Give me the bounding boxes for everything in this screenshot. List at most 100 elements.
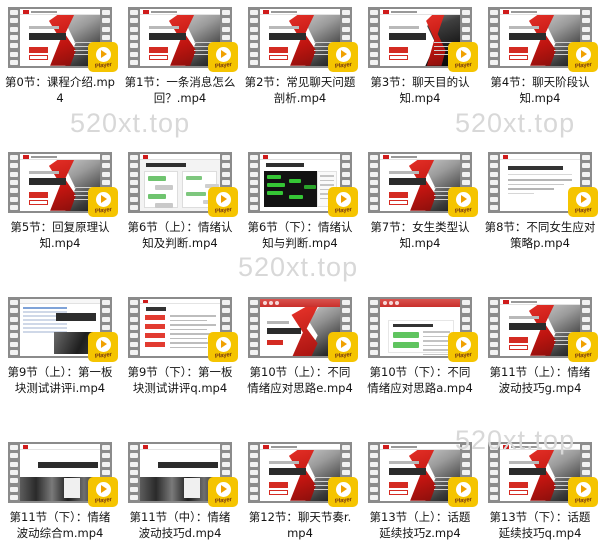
player-badge[interactable]: Player bbox=[328, 187, 358, 217]
decor-dark-canvas bbox=[264, 171, 320, 207]
film-strip-thumbnail[interactable]: Player bbox=[8, 7, 118, 72]
decor-title bbox=[269, 33, 309, 40]
sprocket-hole bbox=[490, 179, 498, 185]
film-strip-thumbnail[interactable]: Player bbox=[488, 152, 598, 217]
video-file-item[interactable]: Player 第2节：常见聊天问题剖析.mp4 bbox=[240, 0, 360, 145]
video-file-item[interactable]: Player 第9节（上）：第一板块测试讲评i.mp4 bbox=[0, 290, 120, 435]
decor-button-primary bbox=[509, 482, 528, 488]
film-strip-thumbnail[interactable]: Player bbox=[8, 442, 118, 507]
film-strip-thumbnail[interactable]: Player bbox=[128, 297, 238, 362]
player-badge[interactable]: Player bbox=[448, 477, 478, 507]
film-strip-thumbnail[interactable]: Player bbox=[368, 442, 478, 507]
film-strip-thumbnail[interactable]: Player bbox=[368, 297, 478, 362]
player-badge[interactable]: Player bbox=[448, 332, 478, 362]
film-strip-thumbnail[interactable]: Player bbox=[368, 7, 478, 72]
video-file-item[interactable]: Player 第12节：聊天节奏r.mp4 bbox=[240, 435, 360, 547]
sprocket-hole bbox=[250, 34, 258, 40]
player-badge[interactable]: Player bbox=[208, 332, 238, 362]
player-badge[interactable]: Player bbox=[208, 42, 238, 72]
player-badge[interactable]: Player bbox=[328, 332, 358, 362]
player-badge[interactable]: Player bbox=[568, 187, 598, 217]
sprocket-hole bbox=[250, 341, 258, 347]
decor-topbar bbox=[380, 9, 460, 15]
sprocket-hole bbox=[130, 204, 138, 210]
film-strip-thumbnail[interactable]: Player bbox=[368, 152, 478, 217]
video-file-item[interactable]: Player 第6节（上）：情绪认知及判断.mp4 bbox=[120, 145, 240, 290]
player-badge[interactable]: Player bbox=[88, 477, 118, 507]
video-file-item[interactable]: Player 第9节（下）：第一板块测试讲评q.mp4 bbox=[120, 290, 240, 435]
sprocket-hole bbox=[102, 300, 110, 305]
player-badge[interactable]: Player bbox=[568, 42, 598, 72]
video-file-item[interactable]: Player 第6节（下）：情绪认知与判断.mp4 bbox=[240, 145, 360, 290]
sprocket-hole bbox=[102, 34, 110, 40]
video-file-item[interactable]: Player 第0节：课程介绍.mp4 bbox=[0, 0, 120, 145]
player-badge[interactable]: Player bbox=[568, 477, 598, 507]
player-badge[interactable]: Player bbox=[208, 477, 238, 507]
video-file-item[interactable]: Player 第3节：聊天目的认知.mp4 bbox=[360, 0, 480, 145]
video-file-item[interactable]: Player 第11节（中）：情绪波动技巧d.mp4 bbox=[120, 435, 240, 547]
sprocket-hole bbox=[130, 43, 138, 49]
film-strip-thumbnail[interactable]: Player bbox=[248, 442, 358, 507]
video-file-item[interactable]: Player 第11节（上）：情绪波动技巧g.mp4 bbox=[480, 290, 600, 435]
sprocket-hole bbox=[250, 188, 258, 194]
video-file-item[interactable]: Player 第7节：女生类型认知.mp4 bbox=[360, 145, 480, 290]
video-file-item[interactable]: Player 第1节：一条消息怎么回？.mp4 bbox=[120, 0, 240, 145]
decor-button-outline bbox=[269, 55, 288, 60]
play-icon bbox=[455, 46, 471, 62]
sprocket-column-left bbox=[248, 154, 260, 211]
sprocket-hole bbox=[490, 196, 498, 202]
player-badge[interactable]: Player bbox=[88, 187, 118, 217]
player-badge[interactable]: Player bbox=[448, 42, 478, 72]
film-strip-thumbnail[interactable]: Player bbox=[488, 297, 598, 362]
player-badge[interactable]: Player bbox=[88, 42, 118, 72]
play-icon bbox=[215, 46, 231, 62]
decor-topbar bbox=[500, 299, 580, 305]
video-file-item[interactable]: Player 第8节：不同女生应对策略p.mp4 bbox=[480, 145, 600, 290]
sprocket-hole bbox=[102, 171, 110, 177]
film-strip-thumbnail[interactable]: Player bbox=[488, 442, 598, 507]
sprocket-hole bbox=[462, 171, 470, 177]
film-strip-thumbnail[interactable]: Player bbox=[128, 7, 238, 72]
player-badge[interactable]: Player bbox=[328, 42, 358, 72]
sprocket-hole bbox=[490, 445, 498, 450]
video-file-item[interactable]: Player 第10节（上）：不同情绪应对思路e.mp4 bbox=[240, 290, 360, 435]
decor-title bbox=[29, 178, 69, 185]
player-badge[interactable]: Player bbox=[328, 477, 358, 507]
decor-button-primary bbox=[389, 482, 408, 488]
video-file-item[interactable]: Player 第4节：聊天阶段认知.mp4 bbox=[480, 0, 600, 145]
sprocket-hole bbox=[462, 18, 470, 24]
film-strip-thumbnail[interactable]: Player bbox=[248, 7, 358, 72]
play-icon bbox=[95, 191, 111, 207]
sprocket-hole bbox=[10, 469, 18, 475]
player-badge[interactable]: Player bbox=[448, 187, 478, 217]
decor-button-outline bbox=[29, 55, 48, 60]
sprocket-hole bbox=[462, 300, 470, 305]
film-strip-thumbnail[interactable]: Player bbox=[248, 297, 358, 362]
player-badge[interactable]: Player bbox=[208, 187, 238, 217]
sprocket-column-left bbox=[368, 444, 380, 501]
sprocket-hole bbox=[582, 18, 590, 24]
sprocket-hole bbox=[222, 453, 230, 459]
player-badge[interactable]: Player bbox=[88, 332, 118, 362]
video-file-item[interactable]: Player 第13节（上）：话题延续技巧z.mp4 bbox=[360, 435, 480, 547]
player-badge-label: Player bbox=[574, 61, 592, 70]
video-file-item[interactable]: Player 第10节（下）：不同情绪应对思路a.mp4 bbox=[360, 290, 480, 435]
film-strip-thumbnail[interactable]: Player bbox=[128, 152, 238, 217]
decor-title bbox=[509, 33, 549, 40]
sprocket-hole bbox=[582, 300, 590, 305]
film-strip-thumbnail[interactable]: Player bbox=[8, 152, 118, 217]
sprocket-hole bbox=[130, 34, 138, 40]
player-badge[interactable]: Player bbox=[568, 332, 598, 362]
sprocket-hole bbox=[10, 196, 18, 202]
sprocket-hole bbox=[222, 300, 230, 305]
film-strip-thumbnail[interactable]: Player bbox=[128, 442, 238, 507]
film-strip-thumbnail[interactable]: Player bbox=[248, 152, 358, 217]
sprocket-hole bbox=[490, 478, 498, 484]
video-file-item[interactable]: Player 第13节（下）：话题延续技巧q.mp4 bbox=[480, 435, 600, 547]
film-strip-thumbnail[interactable]: Player bbox=[488, 7, 598, 72]
film-strip-thumbnail[interactable]: Player bbox=[8, 297, 118, 362]
video-file-item[interactable]: Player 第11节（下）：情绪波动综合m.mp4 bbox=[0, 435, 120, 547]
video-file-item[interactable]: Player 第5节：回复原理认知.mp4 bbox=[0, 145, 120, 290]
sprocket-hole bbox=[10, 188, 18, 194]
decor-button-primary bbox=[269, 47, 288, 53]
